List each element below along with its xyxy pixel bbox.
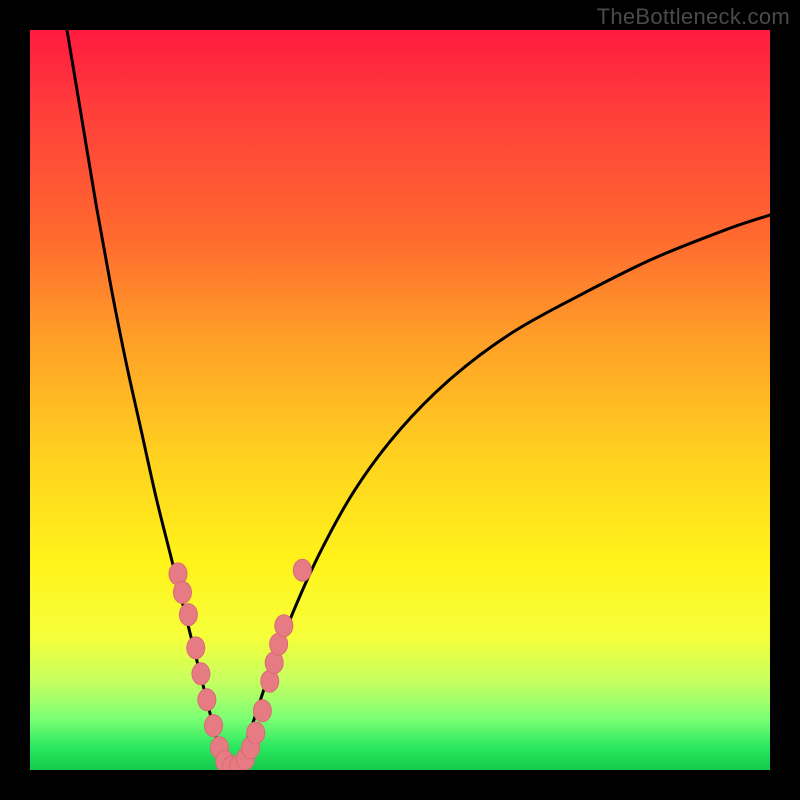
chart-frame: TheBottleneck.com: [0, 0, 800, 800]
dot-14: [253, 700, 271, 722]
curve-left-curve: [67, 30, 231, 770]
curve-layer: [67, 30, 770, 770]
dot-19: [293, 559, 311, 581]
dot-1: [173, 581, 191, 603]
plot-area: [30, 30, 770, 770]
watermark-text: TheBottleneck.com: [597, 4, 790, 30]
dot-6: [205, 715, 223, 737]
curve-right-curve: [231, 215, 770, 770]
curve-overlay: [30, 30, 770, 770]
dot-13: [247, 722, 265, 744]
dot-3: [187, 637, 205, 659]
dot-18: [275, 615, 293, 637]
dot-5: [198, 689, 216, 711]
dot-2: [179, 604, 197, 626]
dot-4: [192, 663, 210, 685]
dot-layer: [169, 559, 311, 770]
